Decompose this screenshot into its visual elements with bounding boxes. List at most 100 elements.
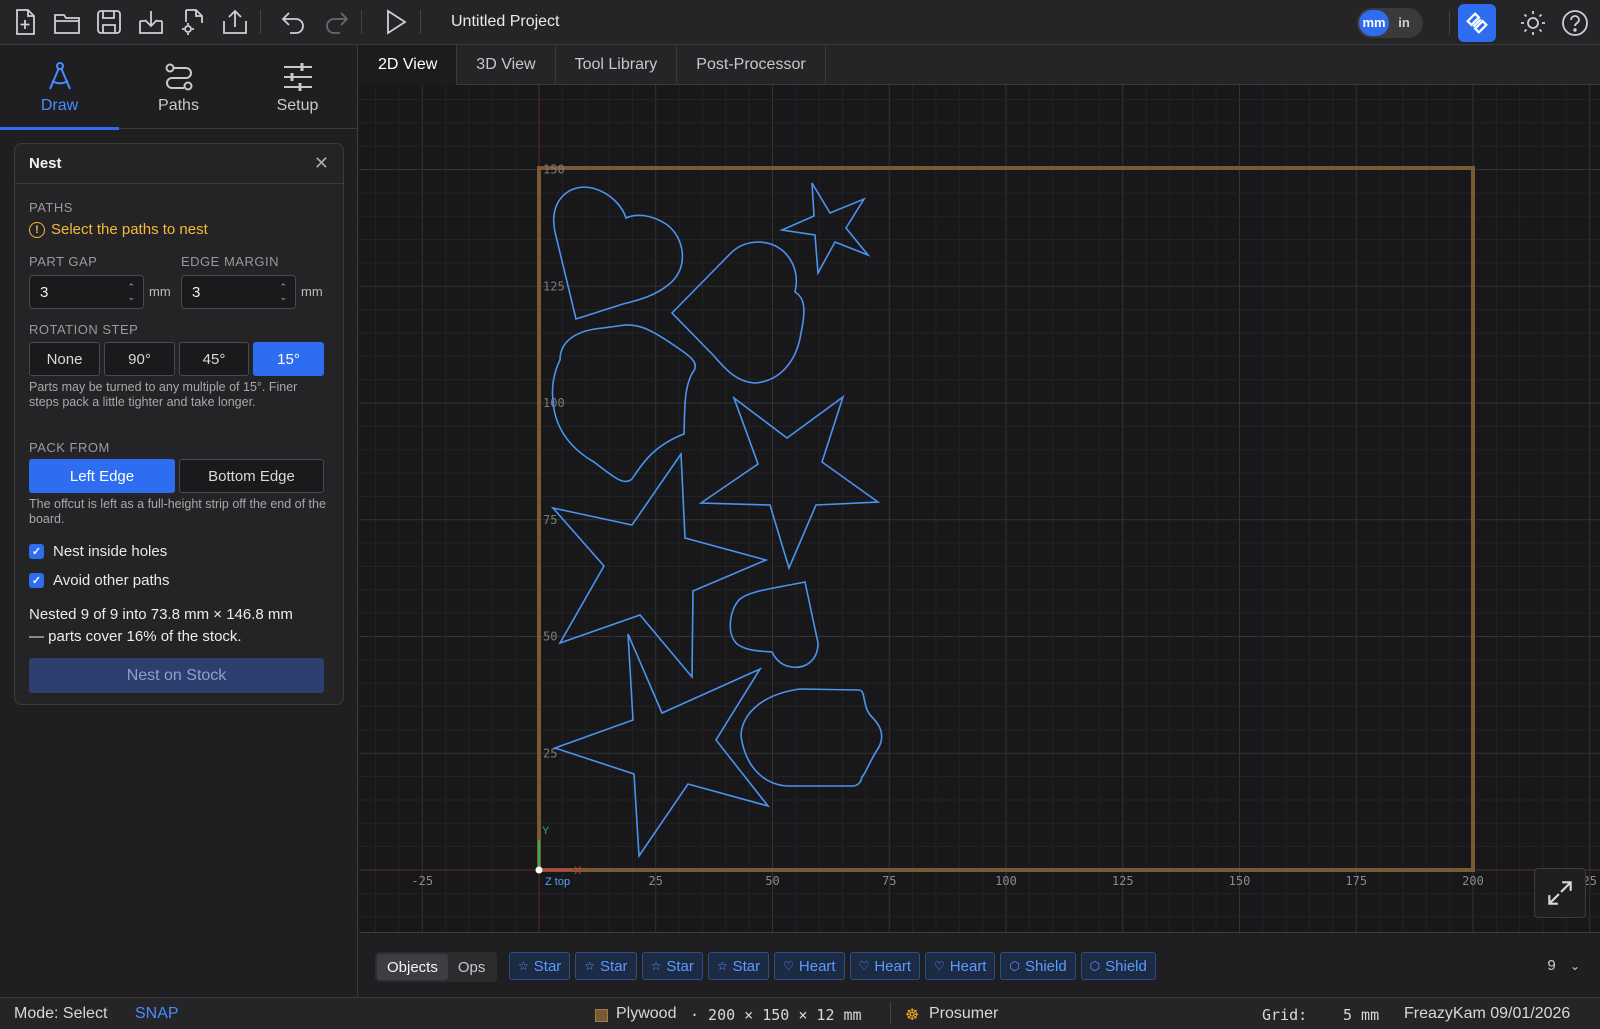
stepper-icon[interactable]: ⌃ ⌄ bbox=[127, 282, 135, 302]
mode-tabs: Draw Paths Setup bbox=[0, 45, 357, 130]
edge-margin-unit: mm bbox=[301, 284, 323, 299]
unit-toggle[interactable]: mm in bbox=[1357, 7, 1423, 38]
heart-icon: ♡ bbox=[934, 959, 945, 973]
logo-icon[interactable] bbox=[1458, 3, 1496, 42]
save-icon[interactable] bbox=[92, 5, 126, 39]
tab-draw[interactable]: Draw bbox=[0, 45, 119, 130]
object-chips: ☆ Star ☆ Star ☆ Star ☆ Star ♡ Heart ♡ Heart ♡ H… bbox=[509, 952, 1161, 980]
tab-3d-view[interactable]: 3D View bbox=[457, 45, 556, 85]
machine-name[interactable]: Prosumer bbox=[929, 1005, 998, 1023]
objects-ops-toggle[interactable]: Objects Ops bbox=[375, 952, 498, 982]
edge-margin-input[interactable]: 3 ⌃ ⌄ bbox=[181, 275, 296, 309]
tab-2d-view[interactable]: 2D View bbox=[359, 45, 458, 85]
heart-icon: ♡ bbox=[783, 959, 794, 973]
part-gap-value: 3 bbox=[40, 283, 49, 301]
star-part[interactable] bbox=[550, 451, 769, 680]
expand-view-button[interactable] bbox=[1534, 868, 1586, 918]
object-chip-shield[interactable]: ⬡ Shield bbox=[1000, 952, 1076, 980]
x-tick-label: 150 bbox=[1229, 874, 1251, 888]
x-tick-label: 75 bbox=[882, 874, 896, 888]
heart-part[interactable] bbox=[729, 581, 819, 669]
rotation-90-button[interactable]: 90° bbox=[104, 342, 175, 376]
unit-mm-option[interactable]: mm bbox=[1359, 9, 1389, 36]
stepper-icon[interactable]: ⌃ ⌄ bbox=[279, 282, 287, 302]
rotation-15-button[interactable]: 15° bbox=[253, 342, 324, 376]
download-icon[interactable] bbox=[134, 5, 168, 39]
tab-tool-library[interactable]: Tool Library bbox=[556, 45, 678, 85]
object-chip-heart[interactable]: ♡ Heart bbox=[849, 952, 921, 980]
warning-icon: ! bbox=[29, 221, 45, 238]
close-icon[interactable]: ✕ bbox=[314, 153, 329, 174]
shield-part[interactable] bbox=[740, 688, 883, 787]
export-icon[interactable] bbox=[218, 5, 252, 39]
tab-setup-label: Setup bbox=[276, 97, 319, 114]
checkbox-checked-icon[interactable]: ✓ bbox=[29, 544, 44, 559]
object-chip-heart[interactable]: ♡ Heart bbox=[925, 952, 996, 980]
chip-label: Shield bbox=[1024, 957, 1067, 975]
object-chip-star[interactable]: ☆ Star bbox=[575, 952, 637, 980]
project-title[interactable]: Untitled Project bbox=[451, 13, 560, 31]
tab-post-processor[interactable]: Post-Processor bbox=[677, 45, 826, 85]
canvas-svg[interactable]: -25 25 50 75 100 125 150 175 200 2515012510075502… bbox=[359, 85, 1600, 932]
star-part[interactable] bbox=[779, 182, 871, 276]
new-file-icon[interactable] bbox=[8, 5, 42, 39]
unit-in-option[interactable]: in bbox=[1389, 10, 1419, 36]
star-part[interactable] bbox=[552, 633, 771, 859]
chip-label: Star bbox=[732, 957, 761, 975]
x-tick-label: 50 bbox=[765, 874, 779, 888]
objects-toggle[interactable]: Objects bbox=[377, 954, 448, 980]
axis-ticks: -25 25 50 75 100 125 150 175 200 2515012510075502… bbox=[411, 163, 1597, 889]
machine-icon: ☸ bbox=[905, 1007, 920, 1024]
y-tick-label: 150 bbox=[543, 163, 565, 177]
redo-icon[interactable] bbox=[319, 5, 353, 39]
status-divider bbox=[890, 1002, 891, 1024]
top-toolbar: Untitled Project mm in bbox=[0, 0, 1600, 45]
file-settings-icon[interactable] bbox=[176, 5, 210, 39]
nest-on-stock-button[interactable]: Nest on Stock bbox=[29, 658, 324, 693]
star-part[interactable] bbox=[698, 394, 881, 571]
object-chip-shield[interactable]: ⬡ Shield bbox=[1080, 952, 1156, 980]
chip-label: Heart bbox=[798, 957, 836, 975]
rotation-none-button[interactable]: None bbox=[29, 342, 100, 376]
part-gap-input[interactable]: 3 ⌃ ⌄ bbox=[29, 275, 144, 309]
theme-icon[interactable] bbox=[1516, 6, 1550, 40]
object-chip-heart[interactable]: ♡ Heart bbox=[774, 952, 845, 980]
material-name[interactable]: Plywood bbox=[616, 1005, 676, 1023]
help-icon[interactable] bbox=[1558, 6, 1592, 40]
nest-inside-holes-checkbox[interactable]: ✓ Nest inside holes bbox=[29, 543, 167, 560]
pack-left-edge-button[interactable]: Left Edge bbox=[29, 459, 175, 493]
run-icon[interactable] bbox=[378, 5, 412, 39]
ops-toggle[interactable]: Ops bbox=[448, 954, 496, 980]
nest-result-line2: — parts cover 16% of the stock. bbox=[29, 628, 242, 645]
pack-bottom-edge-button[interactable]: Bottom Edge bbox=[179, 459, 324, 493]
shield-icon: ⬡ bbox=[1089, 959, 1101, 973]
checkbox-checked-icon[interactable]: ✓ bbox=[29, 573, 44, 588]
object-chip-star[interactable]: ☆ Star bbox=[641, 952, 703, 980]
undo-icon[interactable] bbox=[277, 5, 311, 39]
warning-text: Select the paths to nest bbox=[51, 221, 208, 238]
x-tick-label: 100 bbox=[995, 874, 1017, 888]
nest-title: Nest bbox=[29, 155, 62, 172]
grid-value[interactable]: 5 mm bbox=[1343, 1006, 1379, 1024]
chip-label: Star bbox=[600, 957, 628, 975]
heart-icon: ♡ bbox=[858, 959, 870, 973]
part-gap-label: PART GAP bbox=[29, 254, 98, 269]
object-count-dropdown[interactable]: 9 ⌄ bbox=[1547, 957, 1580, 974]
chip-label: Shield bbox=[1105, 957, 1147, 975]
object-chip-star[interactable]: ☆ Star bbox=[707, 952, 770, 980]
snap-toggle[interactable]: SNAP bbox=[135, 1005, 179, 1023]
y-axis-label: Y bbox=[542, 825, 550, 837]
status-bar: Mode: Select SNAP Plywood · 200 × 150 × … bbox=[0, 997, 1600, 1029]
rotation-45-button[interactable]: 45° bbox=[179, 342, 249, 376]
tab-paths[interactable]: Paths bbox=[119, 45, 238, 129]
object-chip-star[interactable]: ☆ Star bbox=[509, 952, 571, 980]
avoid-other-paths-checkbox[interactable]: ✓ Avoid other paths bbox=[29, 572, 169, 589]
drawing-canvas[interactable]: -25 25 50 75 100 125 150 175 200 25 150 125 100 75 50 2… bbox=[359, 85, 1600, 932]
tab-setup[interactable]: Setup bbox=[238, 45, 357, 129]
credit-text: FreazyKam 09/01/2026 bbox=[1404, 1005, 1571, 1022]
nest-header: Nest ✕ bbox=[15, 144, 343, 184]
heart-part[interactable] bbox=[552, 186, 684, 321]
x-tick-label: 175 bbox=[1345, 874, 1367, 888]
open-folder-icon[interactable] bbox=[50, 5, 84, 39]
pack-hint: The offcut is left as a full-height stri… bbox=[29, 497, 326, 526]
